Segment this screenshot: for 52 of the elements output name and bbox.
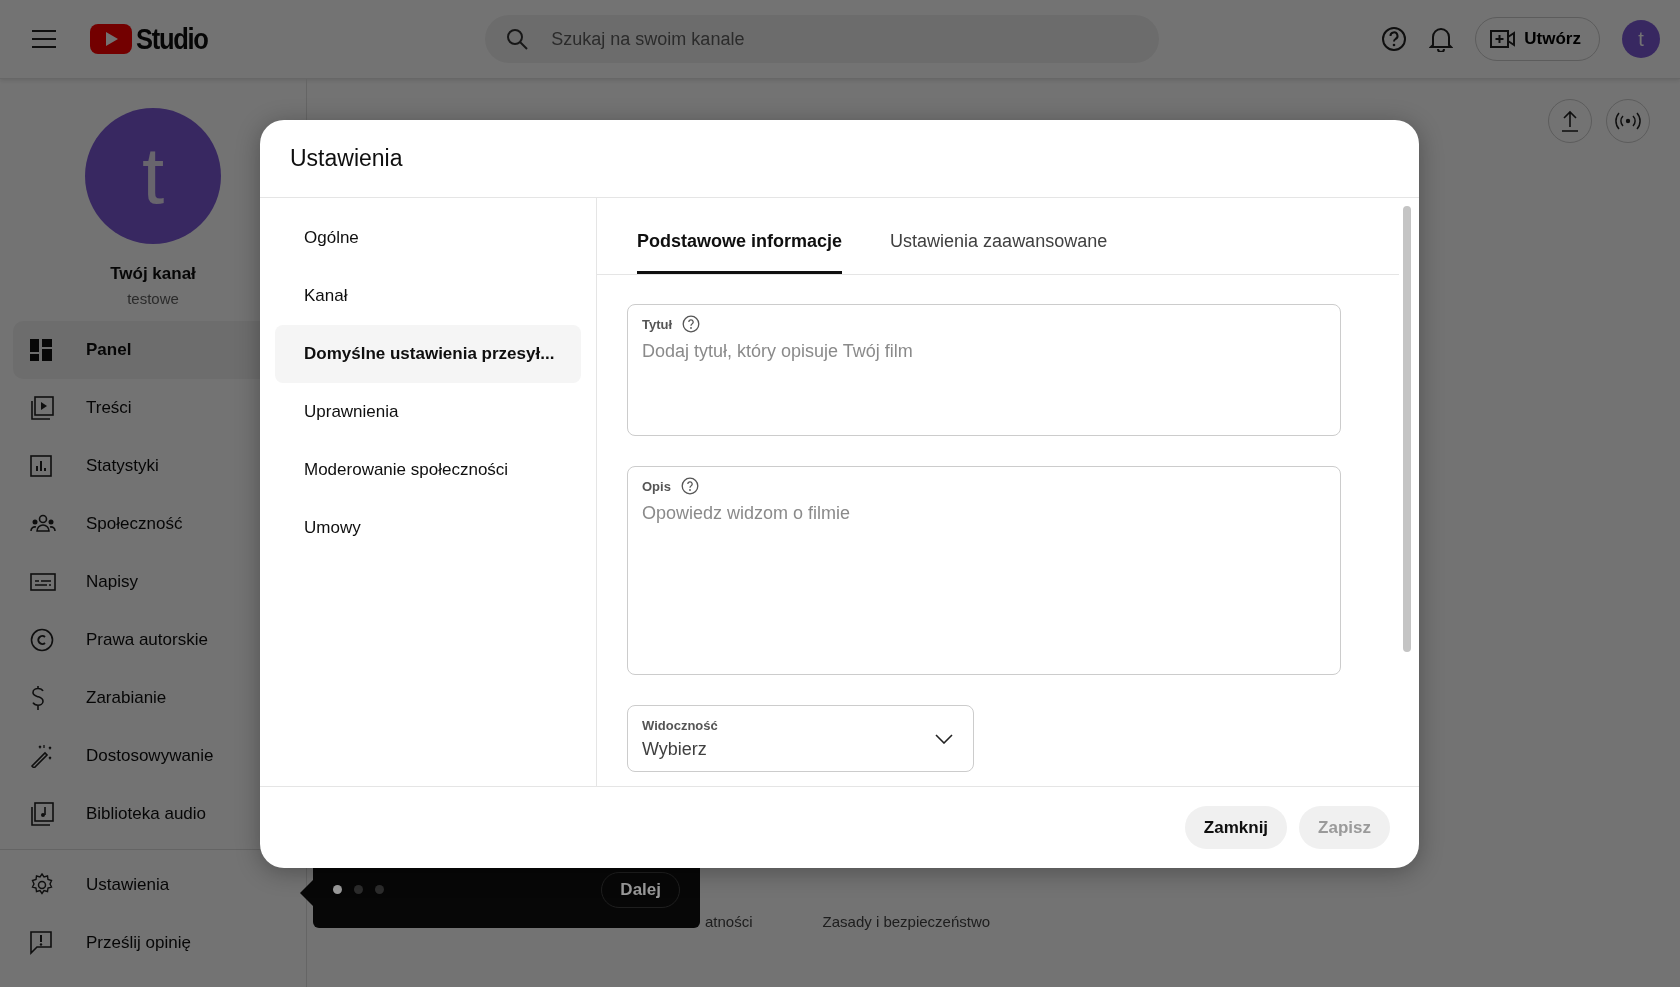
bell-icon[interactable] <box>1429 26 1454 52</box>
logo-text: Studio <box>136 22 208 56</box>
settings-nav-item[interactable]: Domyślne ustawienia przesył... <box>275 325 581 383</box>
footer-link[interactable]: Zasady i bezpieczeństwo <box>822 913 991 930</box>
search-input[interactable]: Szukaj na swoim kanale <box>549 27 1140 51</box>
create-button[interactable]: Utwórz <box>1475 17 1600 61</box>
help-icon[interactable] <box>1381 26 1408 52</box>
dashboard-icon <box>30 339 52 361</box>
field-label: Widoczność <box>642 717 718 733</box>
dollar-icon <box>30 685 46 711</box>
play-logo-icon <box>90 24 132 54</box>
settings-nav-item[interactable]: Ogólne <box>275 209 581 267</box>
music-library-icon <box>30 802 54 826</box>
sidebar-item[interactable]: Prawa autorskie <box>13 611 306 669</box>
dropdown-value: Wybierz <box>642 738 708 760</box>
help-icon[interactable] <box>682 315 701 333</box>
avatar[interactable]: t <box>1622 20 1660 58</box>
dialog-button[interactable]: Zamknij <box>1184 806 1288 849</box>
broadcast-icon <box>1615 112 1641 130</box>
field-label: Opis <box>642 478 671 494</box>
sidebar-item[interactable]: Zarabianie <box>13 669 306 727</box>
live-button[interactable] <box>1606 99 1650 143</box>
visibility-dropdown[interactable]: Widoczność Wybierz <box>627 705 974 772</box>
people-icon <box>30 514 56 534</box>
text-area-field[interactable]: Opis Opowiedz widzom o filmie <box>627 466 1341 675</box>
sidebar-item[interactable]: Ustawienia <box>13 856 306 914</box>
channel-handle: testowe <box>127 290 179 307</box>
dialog-title: Ustawienia <box>290 145 403 172</box>
search-icon <box>505 27 530 51</box>
feedback-icon <box>30 931 52 955</box>
tab[interactable]: Ustawienia zaawansowane <box>890 198 1108 274</box>
text-area-field[interactable]: Tytuł Dodaj tytuł, który opisuje Twój film <box>627 304 1341 436</box>
tab[interactable]: Podstawowe informacje <box>637 198 843 274</box>
field-label: Tytuł <box>642 316 673 332</box>
help-icon[interactable] <box>680 477 699 495</box>
scrollbar[interactable] <box>1403 206 1411 652</box>
search-field[interactable]: Szukaj na swoim kanale <box>485 15 1160 63</box>
channel-name: Twój kanał <box>110 264 196 284</box>
upload-icon <box>1561 110 1579 132</box>
sidebar-item[interactable]: Prześlij opinię <box>13 914 306 972</box>
footer-link[interactable]: atności <box>705 913 753 930</box>
chevron-down-icon <box>935 733 953 744</box>
video-stack-icon <box>30 396 54 420</box>
sidebar-item[interactable]: Biblioteka audio <box>13 785 306 843</box>
settings-icon <box>30 873 54 897</box>
menu-icon[interactable] <box>32 30 56 48</box>
bar-chart-icon <box>30 455 52 477</box>
sidebar-item[interactable]: Dostosowywanie <box>13 727 306 785</box>
subtitles-icon <box>30 572 56 592</box>
video-plus-icon <box>1490 29 1517 49</box>
copyright-icon <box>30 628 54 652</box>
magic-wand-icon <box>30 744 54 768</box>
